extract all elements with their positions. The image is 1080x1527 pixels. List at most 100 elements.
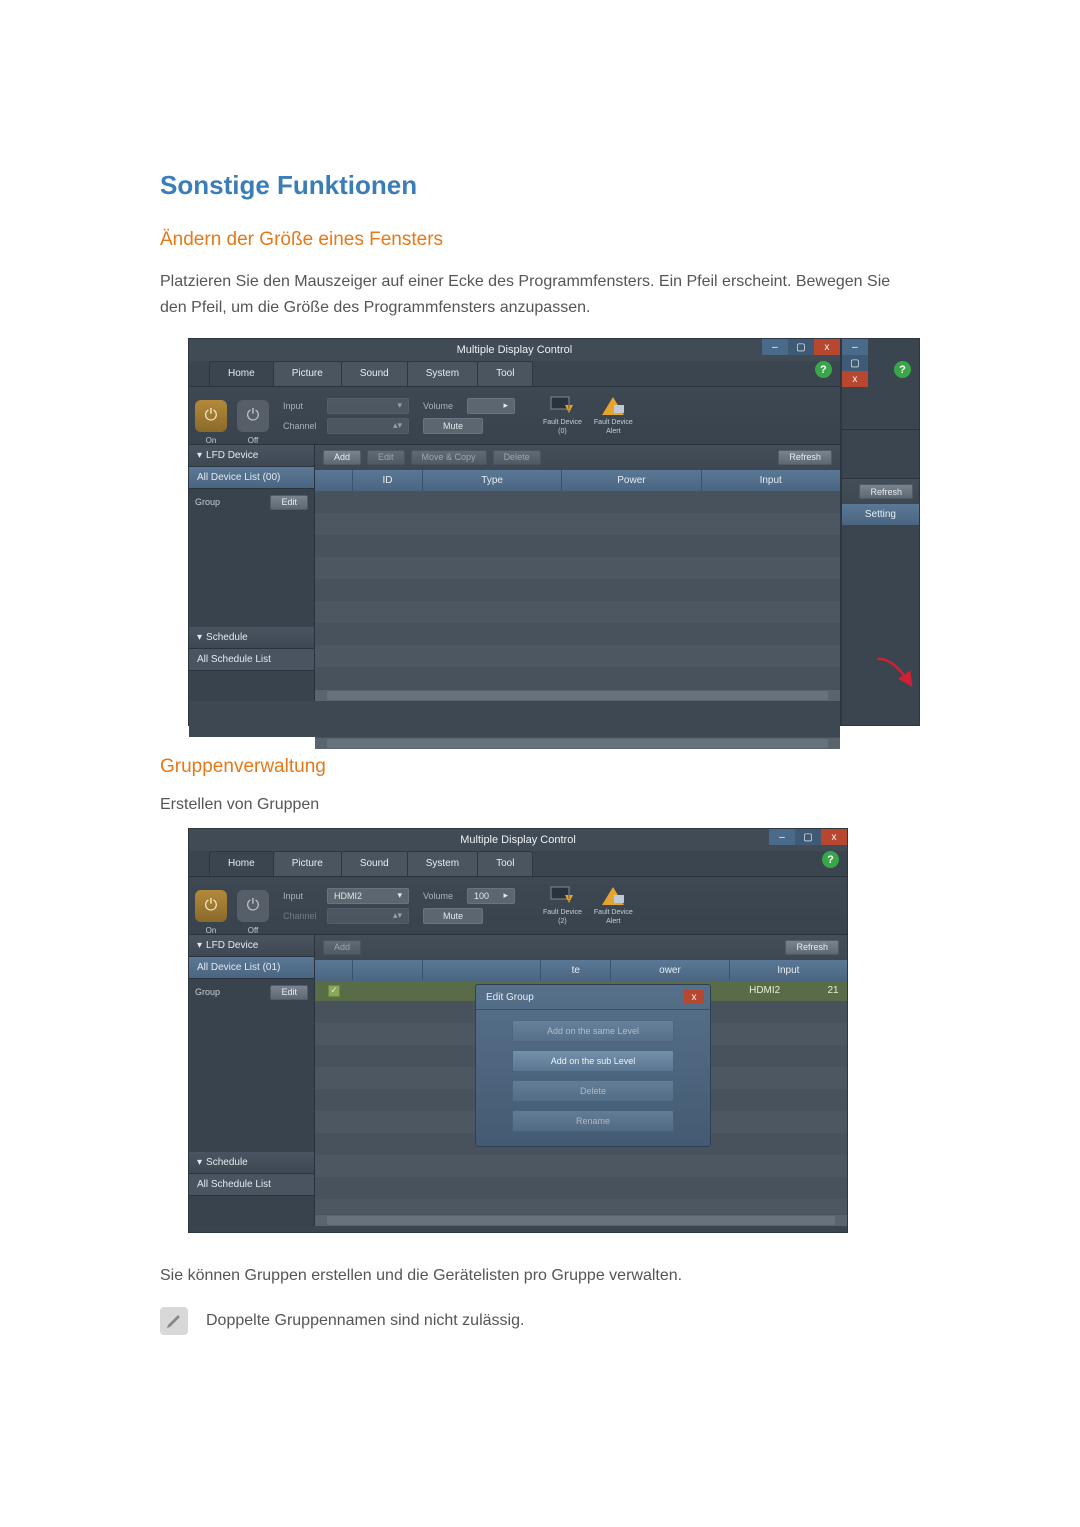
sidebar: ▾LFD Device All Device List (00) Group E…: [189, 445, 315, 701]
close-button[interactable]: x: [842, 371, 868, 387]
minimize-button[interactable]: –: [842, 339, 868, 355]
minimize-button[interactable]: –: [762, 339, 788, 355]
sidebar-schedule-header[interactable]: ▾Schedule: [189, 627, 314, 649]
chevron-down-icon: ▾: [197, 450, 202, 461]
table-header: te ower Input: [315, 960, 847, 981]
horizontal-scrollbar[interactable]: [315, 737, 840, 749]
col-id: ID: [353, 470, 423, 491]
sidebar-all-schedule[interactable]: All Schedule List: [189, 1174, 314, 1196]
row-checkbox[interactable]: ✓: [328, 985, 340, 997]
col-type: Type: [423, 470, 562, 491]
sidebar-all-schedule[interactable]: All Schedule List: [189, 649, 314, 671]
delete-button[interactable]: Delete: [493, 450, 541, 465]
tab-picture[interactable]: Picture: [273, 851, 342, 876]
section-group-heading: Gruppenverwaltung: [160, 756, 920, 778]
close-button[interactable]: x: [821, 829, 847, 845]
tab-tool[interactable]: Tool: [477, 361, 533, 386]
add-sub-level-button[interactable]: Add on the sub Level: [512, 1050, 674, 1072]
toolbar: ⏻ On ⏻ Off Input ▾ Channel ▴▾: [189, 387, 840, 445]
channel-stepper[interactable]: ▴▾: [327, 418, 409, 434]
app-window-groups: – ▢ x ? Multiple Display Control Home Pi…: [188, 828, 848, 1233]
add-button[interactable]: Add: [323, 940, 361, 955]
power-on-button[interactable]: ⏻: [195, 890, 227, 922]
stepper-icon: ▴▾: [393, 910, 402, 921]
table-body: [315, 491, 840, 689]
stepper-icon: ▴▾: [393, 420, 402, 431]
tab-sound[interactable]: Sound: [341, 851, 408, 876]
refresh-button[interactable]: Refresh: [785, 940, 839, 955]
tab-system[interactable]: System: [407, 851, 478, 876]
group-edit-button[interactable]: Edit: [270, 495, 308, 510]
close-button[interactable]: x: [814, 339, 840, 355]
window-title: Multiple Display Control: [189, 339, 840, 361]
popup-rename-button[interactable]: Rename: [512, 1110, 674, 1132]
tab-system[interactable]: System: [407, 361, 478, 386]
tab-tool[interactable]: Tool: [477, 851, 533, 876]
mute-button[interactable]: Mute: [423, 908, 483, 924]
minimize-button[interactable]: –: [769, 829, 795, 845]
group-edit-button[interactable]: Edit: [270, 985, 308, 1000]
col-input: Input: [730, 960, 847, 981]
volume-input[interactable]: ▸: [467, 398, 515, 414]
popup-delete-button[interactable]: Delete: [512, 1080, 674, 1102]
input-label: Input: [283, 891, 323, 901]
fault-alert-icon[interactable]: [600, 885, 626, 907]
window-title: Multiple Display Control: [189, 829, 847, 851]
horizontal-scrollbar[interactable]: [315, 689, 840, 701]
dialog-close-button[interactable]: x: [684, 990, 704, 1004]
stepper-icon: ▸: [503, 400, 508, 411]
channel-label: Channel: [283, 911, 323, 921]
tab-bar: Home Picture Sound System Tool: [189, 361, 840, 387]
add-same-level-button[interactable]: Add on the same Level: [512, 1020, 674, 1042]
power-off-button[interactable]: ⏻: [237, 890, 269, 922]
input-select[interactable]: ▾: [327, 398, 409, 414]
maximize-button[interactable]: ▢: [842, 355, 868, 371]
note-text: Doppelte Gruppennamen sind nicht zulässi…: [206, 1312, 524, 1330]
sidebar-all-device[interactable]: All Device List (00): [189, 467, 314, 489]
tab-bar: Home Picture Sound System Tool: [189, 851, 847, 877]
help-icon[interactable]: ?: [815, 361, 832, 378]
horizontal-scrollbar[interactable]: [315, 1214, 847, 1226]
edit-button[interactable]: Edit: [367, 450, 405, 465]
col-setting: Setting: [842, 504, 919, 525]
refresh-button[interactable]: Refresh: [859, 484, 913, 499]
fault-device-icon[interactable]: !: [549, 395, 575, 417]
add-button[interactable]: Add: [323, 450, 361, 465]
refresh-button[interactable]: Refresh: [778, 450, 832, 465]
toolbar: ⏻ On ⏻ Off Input HDMI2▾ Channel ▴▾ Volu: [189, 877, 847, 935]
volume-label: Volume: [423, 401, 463, 411]
tab-home[interactable]: Home: [209, 361, 274, 386]
maximize-button[interactable]: ▢: [795, 829, 821, 845]
power-on-label: On: [206, 926, 217, 935]
mute-button[interactable]: Mute: [423, 418, 483, 434]
tab-picture[interactable]: Picture: [273, 361, 342, 386]
tab-home[interactable]: Home: [209, 851, 274, 876]
power-off-label: Off: [248, 926, 259, 935]
input-select[interactable]: HDMI2▾: [327, 888, 409, 904]
tab-sound[interactable]: Sound: [341, 361, 408, 386]
sidebar-all-device[interactable]: All Device List (01): [189, 957, 314, 979]
power-off-label: Off: [248, 436, 259, 445]
fault-alert-icon[interactable]: [600, 395, 626, 417]
chevron-down-icon: ▾: [197, 1157, 202, 1168]
sidebar-lfd-header[interactable]: ▾LFD Device: [189, 935, 314, 957]
note-icon: [160, 1307, 188, 1335]
maximize-button[interactable]: ▢: [788, 339, 814, 355]
resize-description: Platzieren Sie den Mauszeiger auf einer …: [160, 269, 920, 320]
move-copy-button[interactable]: Move & Copy: [411, 450, 487, 465]
note-row: Doppelte Gruppennamen sind nicht zulässi…: [160, 1307, 920, 1335]
edit-group-dialog: Edit Group x Add on the same Level Add o…: [475, 984, 711, 1147]
sidebar-lfd-header[interactable]: ▾LFD Device: [189, 445, 314, 467]
sidebar: ▾LFD Device All Device List (01) Group E…: [189, 935, 315, 1226]
fault-alert-label: Fault DeviceAlert: [594, 419, 633, 436]
power-off-button[interactable]: ⏻: [237, 400, 269, 432]
sidebar-schedule-header[interactable]: ▾Schedule: [189, 1152, 314, 1174]
create-groups-subheading: Erstellen von Gruppen: [160, 796, 920, 814]
svg-text:!: !: [568, 894, 570, 903]
fault-device-icon[interactable]: !: [549, 885, 575, 907]
screenshot-groups: – ▢ x ? Multiple Display Control Home Pi…: [160, 828, 920, 1233]
volume-input[interactable]: 100▸: [467, 888, 515, 904]
main-content: Add Edit Move & Copy Delete Refresh ID T…: [315, 445, 840, 701]
channel-stepper[interactable]: ▴▾: [327, 908, 409, 924]
power-on-button[interactable]: ⏻: [195, 400, 227, 432]
